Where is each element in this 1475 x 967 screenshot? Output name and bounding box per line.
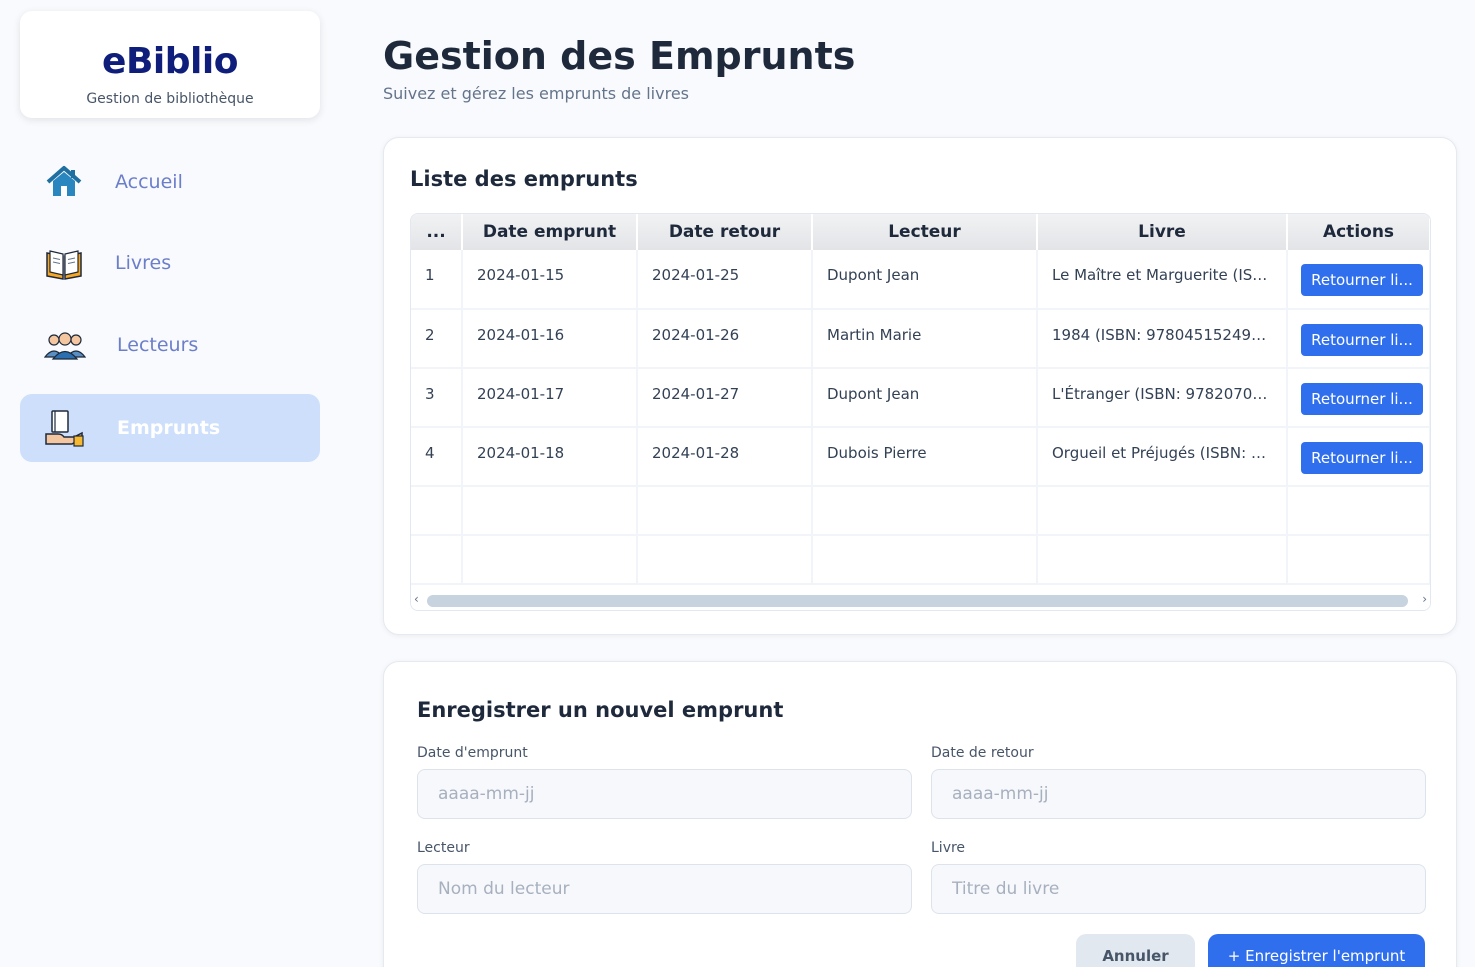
cell-actions: Retourner li...: [1287, 427, 1430, 487]
cell-id: 2: [411, 309, 463, 369]
column-header-date-emprunt[interactable]: Date emprunt: [462, 214, 638, 250]
new-loan-card: Enregistrer un nouvel emprunt Date d'emp…: [383, 661, 1457, 967]
table-row: 3 2024-01-17 2024-01-27 Dupont Jean L'Ét…: [411, 368, 1430, 428]
home-icon: [44, 162, 84, 202]
column-header-index[interactable]: ...: [411, 214, 463, 250]
sidebar-item-livres[interactable]: Livres: [20, 229, 320, 297]
table-row-empty: [411, 535, 1430, 585]
app-name: eBiblio: [102, 41, 238, 82]
cell-lecteur: Martin Marie: [812, 309, 1038, 369]
cell-actions: Retourner li...: [1287, 309, 1430, 369]
save-loan-button[interactable]: + Enregistrer l'emprunt: [1208, 934, 1425, 967]
cell-date-retour: 2024-01-26: [637, 309, 813, 369]
column-header-date-retour[interactable]: Date retour: [637, 214, 813, 250]
sidebar-item-emprunts[interactable]: Emprunts: [20, 394, 320, 462]
date-emprunt-label: Date d'emprunt: [417, 745, 528, 761]
horizontal-scrollbar[interactable]: ‹ ›: [411, 590, 1430, 610]
table-row-empty: [411, 486, 1430, 536]
page-subtitle: Suivez et gérez les emprunts de livres: [383, 84, 689, 103]
column-header-actions: Actions: [1287, 214, 1430, 250]
cancel-button[interactable]: Annuler: [1076, 934, 1195, 967]
return-book-button[interactable]: Retourner li...: [1301, 383, 1423, 415]
return-book-button[interactable]: Retourner li...: [1301, 442, 1423, 474]
cell-livre: Le Maître et Marguerite (ISB...: [1037, 250, 1288, 310]
cell-livre: Orgueil et Préjugés (ISBN: 97...: [1037, 427, 1288, 487]
livre-input[interactable]: [931, 864, 1426, 914]
scrollbar-thumb[interactable]: [427, 595, 1408, 607]
table-row: 4 2024-01-18 2024-01-28 Dubois Pierre Or…: [411, 427, 1430, 487]
cell-id: 1: [411, 250, 463, 310]
livre-label: Livre: [931, 840, 966, 856]
cell-date-emprunt: 2024-01-16: [462, 309, 638, 369]
sidebar-item-label: Emprunts: [117, 417, 221, 439]
date-retour-label: Date de retour: [931, 745, 1034, 761]
cell-actions: Retourner li...: [1287, 250, 1430, 310]
return-book-button[interactable]: Retourner li...: [1301, 324, 1423, 356]
cell-date-emprunt: 2024-01-15: [462, 250, 638, 310]
cell-date-emprunt: 2024-01-17: [462, 368, 638, 428]
sidebar-item-accueil[interactable]: Accueil: [20, 148, 320, 216]
brand-card: eBiblio Gestion de bibliothèque: [20, 11, 320, 118]
return-book-button[interactable]: Retourner li...: [1301, 264, 1423, 296]
lecteur-input[interactable]: [417, 864, 912, 914]
sidebar-item-label: Livres: [115, 252, 172, 274]
table-row: 1 2024-01-15 2024-01-25 Dupont Jean Le M…: [411, 250, 1430, 310]
cell-livre: 1984 (ISBN: 9780451524935): [1037, 309, 1288, 369]
table-header-row: ... Date emprunt Date retour Lecteur Liv…: [411, 214, 1430, 250]
date-emprunt-input[interactable]: [417, 769, 912, 819]
cell-livre: L'Étranger (ISBN: 978207036...: [1037, 368, 1288, 428]
column-header-lecteur[interactable]: Lecteur: [812, 214, 1038, 250]
loans-card: Liste des emprunts ... Date emprunt Date…: [383, 137, 1457, 635]
sidebar-item-label: Lecteurs: [117, 334, 199, 356]
cell-date-retour: 2024-01-28: [637, 427, 813, 487]
cell-lecteur: Dupont Jean: [812, 250, 1038, 310]
cell-lecteur: Dubois Pierre: [812, 427, 1038, 487]
sidebar-item-lecteurs[interactable]: Lecteurs: [20, 311, 320, 379]
cell-actions: Retourner li...: [1287, 368, 1430, 428]
app-subtitle: Gestion de bibliothèque: [86, 91, 254, 107]
cell-lecteur: Dupont Jean: [812, 368, 1038, 428]
cell-id: 4: [411, 427, 463, 487]
book-icon: [44, 243, 84, 283]
loan-icon: [44, 408, 84, 448]
cell-date-retour: 2024-01-25: [637, 250, 813, 310]
cell-id: 3: [411, 368, 463, 428]
form-title: Enregistrer un nouvel emprunt: [417, 698, 784, 722]
loans-title: Liste des emprunts: [410, 167, 638, 191]
column-header-livre[interactable]: Livre: [1037, 214, 1288, 250]
page-title: Gestion des Emprunts: [383, 34, 856, 78]
sidebar-item-label: Accueil: [115, 171, 183, 193]
cell-date-emprunt: 2024-01-18: [462, 427, 638, 487]
readers-icon: [43, 325, 87, 365]
table-row: 2 2024-01-16 2024-01-26 Martin Marie 198…: [411, 309, 1430, 369]
lecteur-label: Lecteur: [417, 840, 470, 856]
date-retour-input[interactable]: [931, 769, 1426, 819]
loans-table: ... Date emprunt Date retour Lecteur Liv…: [410, 213, 1431, 611]
scroll-right-icon[interactable]: ›: [1422, 592, 1427, 606]
scroll-left-icon[interactable]: ‹: [414, 592, 419, 606]
cell-date-retour: 2024-01-27: [637, 368, 813, 428]
